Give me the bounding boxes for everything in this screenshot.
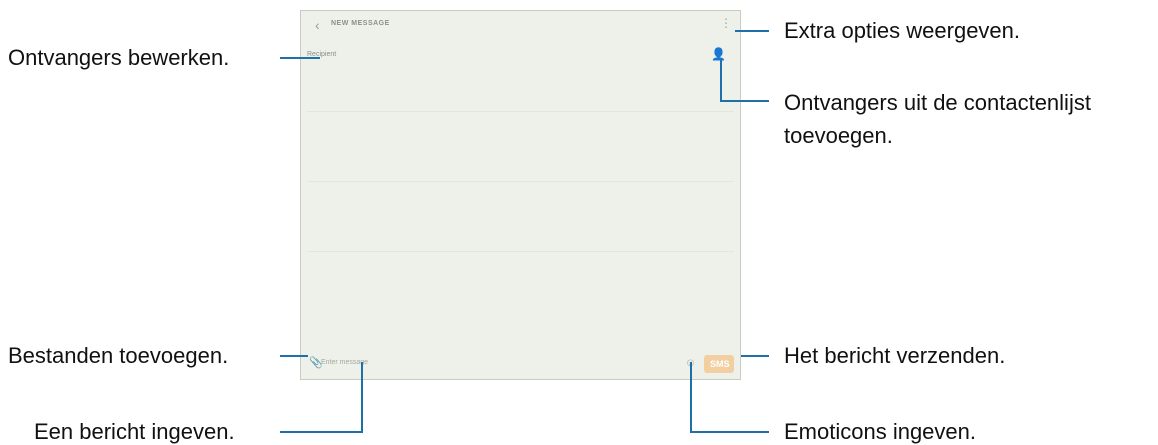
callout-extra-options: Extra opties weergeven. — [784, 18, 1021, 43]
top-bar: ‹ NEW MESSAGE ⋮ — [301, 11, 740, 41]
callout-line — [690, 431, 769, 433]
callout-line — [280, 431, 363, 433]
more-options-icon[interactable]: ⋮ — [720, 16, 732, 30]
callout-enter-message: Een bericht ingeven. — [34, 419, 235, 444]
callout-line — [361, 362, 363, 433]
callout-contacts-line1: Ontvangers uit de contactenlijst — [784, 90, 1091, 115]
callout-enter-emoticons: Emoticons ingeven. — [784, 419, 976, 444]
messaging-screen: ‹ NEW MESSAGE ⋮ Recipient 👤 📎 ☺ SMS — [300, 10, 741, 380]
callout-add-files: Bestanden toevoegen. — [8, 343, 229, 368]
back-icon[interactable]: ‹ — [315, 17, 320, 33]
callout-line — [735, 30, 769, 32]
divider — [307, 111, 734, 112]
callout-line — [280, 57, 320, 59]
callout-line — [720, 100, 769, 102]
divider — [307, 181, 734, 182]
screen-title: NEW MESSAGE — [331, 20, 390, 27]
callout-line — [280, 355, 308, 357]
callout-edit-recipients: Ontvangers bewerken. — [8, 45, 230, 70]
callout-contacts-line2: toevoegen. — [784, 123, 893, 148]
add-contact-icon[interactable]: 👤 — [711, 47, 726, 61]
callout-line — [690, 362, 692, 433]
send-button[interactable]: SMS — [704, 355, 734, 373]
callout-line — [741, 355, 769, 357]
message-input[interactable] — [321, 355, 461, 369]
callout-send-message: Het bericht verzenden. — [784, 343, 1006, 368]
divider — [307, 251, 734, 252]
callout-line — [720, 60, 722, 102]
